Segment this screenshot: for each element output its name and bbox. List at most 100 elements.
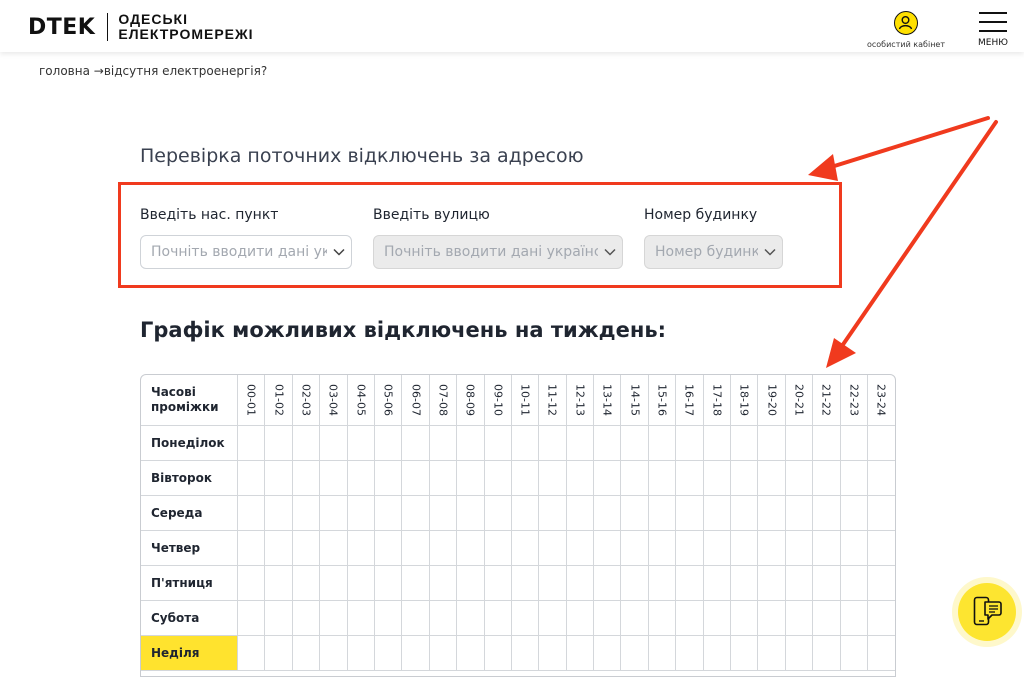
- arrow-to-form: [826, 116, 990, 170]
- schedule-cell: [319, 635, 348, 671]
- schedule-cell: [757, 425, 786, 461]
- schedule-cell: [291, 425, 321, 461]
- schedule-cell: [565, 635, 595, 671]
- hour-header: 12-13: [565, 375, 595, 426]
- hour-label: 02-03: [299, 384, 313, 416]
- schedule-row: П'ятниця: [141, 565, 895, 601]
- breadcrumb-home[interactable]: головна: [39, 64, 90, 78]
- schedule-cell: [839, 565, 868, 601]
- schedule-cell: [346, 495, 375, 531]
- schedule-cell: [565, 565, 595, 601]
- schedule-cell: [456, 425, 485, 461]
- schedule-cell: [675, 425, 704, 461]
- hour-label: 17-18: [710, 384, 724, 416]
- hour-header: 06-07: [401, 375, 430, 426]
- schedule-cell: [236, 565, 266, 601]
- schedule-cell: [866, 565, 895, 601]
- schedule-cell: [538, 460, 567, 496]
- schedule-cell: [291, 600, 321, 636]
- schedule-cell: [319, 530, 348, 566]
- house-placeholder: Номер будинку: [655, 244, 758, 260]
- house-select[interactable]: Номер будинку: [644, 235, 783, 269]
- schedule-cell: [730, 600, 759, 636]
- hour-label: 14-15: [628, 384, 642, 416]
- schedule-cell: [510, 635, 540, 671]
- schedule-cell: [483, 565, 512, 601]
- schedule-cell: [319, 425, 348, 461]
- personal-cabinet-link[interactable]: особистий кабінет: [866, 11, 946, 49]
- hour-header: 17-18: [702, 375, 732, 426]
- schedule-cell: [730, 565, 759, 601]
- hour-header: 10-11: [510, 375, 540, 426]
- schedule-cell: [784, 600, 814, 636]
- schedule-cell: [565, 460, 595, 496]
- schedule-cell: [483, 635, 512, 671]
- schedule-row: Четвер: [141, 530, 895, 566]
- schedule-cell: [510, 425, 540, 461]
- schedule-cell: [565, 530, 595, 566]
- schedule-cell: [236, 530, 266, 566]
- schedule-cell: [593, 600, 622, 636]
- corner-line-2: проміжки: [151, 400, 219, 414]
- schedule-cell: [757, 600, 786, 636]
- day-label: Субота: [141, 600, 238, 636]
- schedule-cell: [510, 495, 540, 531]
- schedule-cell: [428, 565, 458, 601]
- schedule-cell: [647, 600, 677, 636]
- logo[interactable]: DTEK ОДЕСЬКІ ЕЛЕКТРОМЕРЕЖІ: [28, 12, 254, 42]
- hour-header: 13-14: [593, 375, 622, 426]
- logo-divider: [107, 13, 109, 41]
- schedule-cell: [866, 600, 895, 636]
- hour-label: 15-16: [655, 384, 669, 416]
- logo-mark: DTEK: [28, 14, 96, 40]
- schedule-cell: [839, 425, 868, 461]
- schedule-cell: [346, 565, 375, 601]
- hour-header: 19-20: [757, 375, 786, 426]
- schedule-cell: [812, 635, 841, 671]
- logo-line-1: ОДЕСЬКІ: [118, 11, 188, 27]
- schedule-cell: [675, 565, 704, 601]
- hour-header: 14-15: [620, 375, 649, 426]
- schedule-cell: [373, 565, 403, 601]
- hour-header: 03-04: [319, 375, 348, 426]
- schedule-cell: [784, 530, 814, 566]
- hour-header: 08-09: [456, 375, 485, 426]
- schedule-cell: [291, 635, 321, 671]
- schedule-cell: [401, 635, 430, 671]
- schedule-cell: [428, 425, 458, 461]
- schedule-cell: [346, 635, 375, 671]
- schedule-cell: [757, 495, 786, 531]
- schedule-cell: [264, 565, 293, 601]
- day-label: Понеділок: [141, 425, 238, 461]
- schedule-cell: [647, 530, 677, 566]
- schedule-cell: [593, 565, 622, 601]
- schedule-cell: [510, 530, 540, 566]
- street-select[interactable]: Почніть вводити дані українською: [373, 235, 623, 269]
- breadcrumb-separator: →: [93, 64, 104, 78]
- hour-header: 23-24: [866, 375, 895, 426]
- schedule-cell: [757, 635, 786, 671]
- hour-header: 04-05: [346, 375, 375, 426]
- schedule-cell: [812, 425, 841, 461]
- day-label: Неділя: [141, 635, 238, 671]
- schedule-cell: [456, 530, 485, 566]
- schedule-cell: [264, 530, 293, 566]
- schedule-cell: [401, 460, 430, 496]
- chevron-down-icon: [598, 248, 622, 256]
- hour-label: 08-09: [463, 384, 477, 416]
- city-select[interactable]: Почніть вводити дані українською: [140, 235, 352, 269]
- schedule-cell: [538, 530, 567, 566]
- hour-label: 07-08: [436, 384, 450, 416]
- day-label: Четвер: [141, 530, 238, 566]
- menu-button[interactable]: МЕНЮ: [974, 12, 1012, 48]
- schedule-cell: [456, 495, 485, 531]
- schedule-cell: [401, 600, 430, 636]
- schedule-cell: [319, 600, 348, 636]
- schedule-cell: [510, 600, 540, 636]
- street-label: Введіть вулицю: [373, 207, 490, 223]
- schedule-cell: [593, 425, 622, 461]
- schedule-cell: [456, 565, 485, 601]
- chat-button[interactable]: [958, 583, 1016, 641]
- schedule-cell: [839, 495, 868, 531]
- address-check-title: Перевірка поточних відключень за адресою: [140, 145, 584, 167]
